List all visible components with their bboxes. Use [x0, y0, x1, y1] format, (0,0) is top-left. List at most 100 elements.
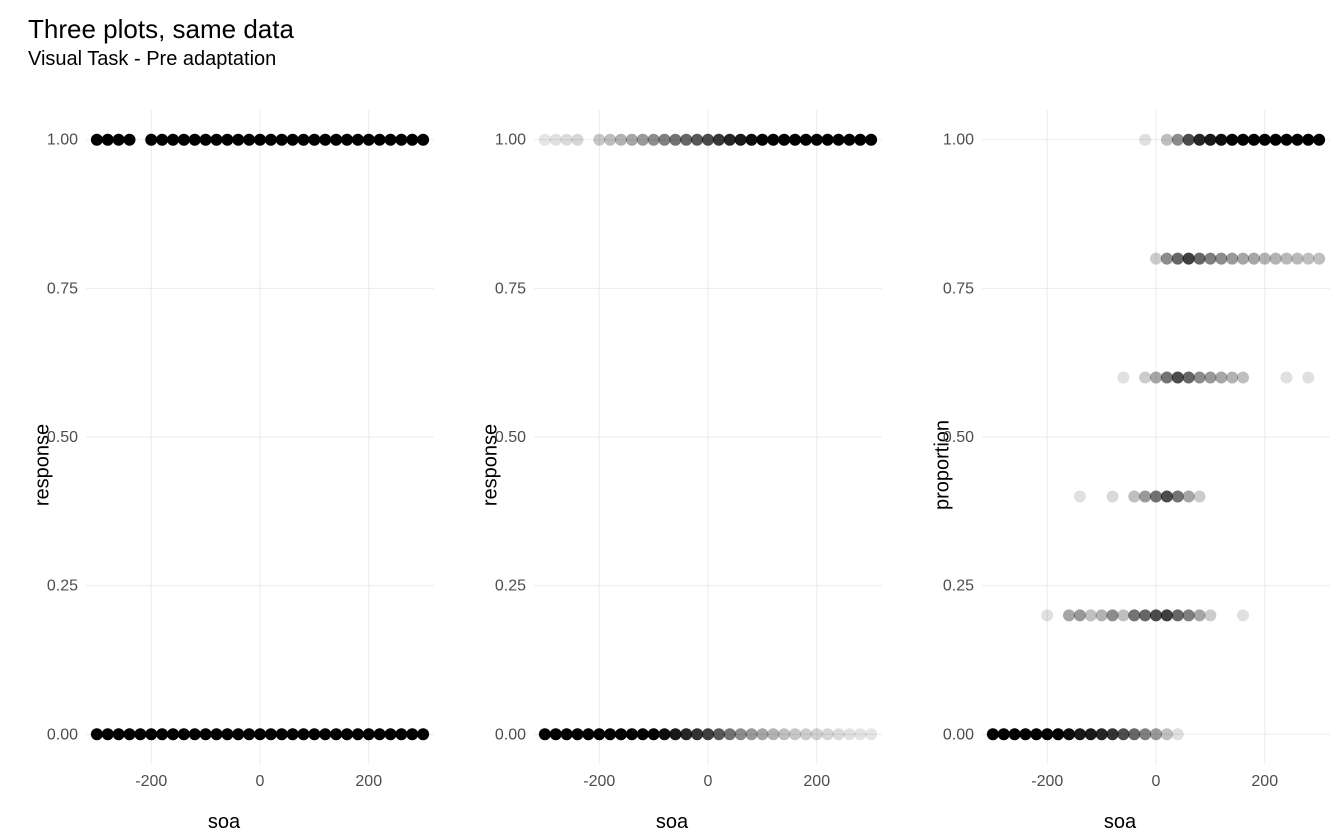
data-point	[1161, 372, 1173, 384]
y-tick-label: 0.75	[943, 280, 974, 297]
data-point	[550, 728, 562, 740]
data-point	[724, 134, 736, 146]
data-point	[756, 728, 768, 740]
data-point	[626, 134, 638, 146]
data-point	[221, 134, 233, 146]
data-point	[789, 134, 801, 146]
data-point	[1085, 728, 1097, 740]
data-point	[1128, 728, 1140, 740]
data-point	[91, 134, 103, 146]
data-point	[265, 728, 277, 740]
x-tick-label: -200	[583, 773, 615, 790]
data-point	[691, 728, 703, 740]
data-point	[1313, 134, 1325, 146]
data-point	[702, 134, 714, 146]
data-point	[593, 728, 605, 740]
data-point	[395, 728, 407, 740]
plot-area: 0.000.250.500.751.00-2000200	[982, 110, 1330, 764]
data-point	[1248, 253, 1260, 265]
y-tick-label: 0.50	[495, 429, 526, 446]
data-point	[1172, 372, 1184, 384]
data-point	[1172, 134, 1184, 146]
data-point	[211, 728, 223, 740]
data-point	[1139, 490, 1151, 502]
data-point	[243, 134, 255, 146]
data-point	[1237, 253, 1249, 265]
x-tick-label: 200	[355, 773, 382, 790]
data-point	[276, 728, 288, 740]
data-point	[833, 134, 845, 146]
data-point	[659, 728, 671, 740]
data-point	[1128, 490, 1140, 502]
data-point	[319, 728, 331, 740]
data-point	[1313, 253, 1325, 265]
data-point	[778, 728, 790, 740]
data-point	[604, 134, 616, 146]
data-point	[330, 134, 342, 146]
data-point	[1183, 134, 1195, 146]
data-point	[746, 134, 758, 146]
data-point	[1237, 134, 1249, 146]
data-point	[1030, 728, 1042, 740]
data-point	[1074, 490, 1086, 502]
data-point	[330, 728, 342, 740]
data-point	[1237, 372, 1249, 384]
data-point	[659, 134, 671, 146]
data-point	[1074, 728, 1086, 740]
data-point	[1161, 134, 1173, 146]
data-point	[341, 134, 353, 146]
data-point	[811, 134, 823, 146]
data-point	[669, 728, 681, 740]
data-point	[352, 134, 364, 146]
data-point	[1226, 134, 1238, 146]
y-tick-label: 1.00	[943, 132, 974, 149]
data-point	[1281, 253, 1293, 265]
data-point	[998, 728, 1010, 740]
y-tick-label: 0.25	[943, 578, 974, 595]
data-point	[1063, 609, 1075, 621]
plot-svg: 0.000.250.500.751.00-2000200	[86, 110, 434, 764]
data-point	[1150, 253, 1162, 265]
data-point	[1107, 609, 1119, 621]
panel-2: response 0.000.250.500.751.00-2000200 so…	[448, 90, 896, 840]
figure: Three plots, same data Visual Task - Pre…	[0, 0, 1344, 840]
x-axis-label: soa	[896, 811, 1344, 834]
data-point	[550, 134, 562, 146]
plot-area: 0.000.250.500.751.00-2000200	[86, 110, 434, 764]
y-tick-label: 0.25	[47, 578, 78, 595]
data-point	[1215, 134, 1227, 146]
data-point	[637, 134, 649, 146]
data-point	[232, 728, 244, 740]
data-point	[102, 134, 114, 146]
data-point	[854, 134, 866, 146]
data-point	[1161, 728, 1173, 740]
data-point	[243, 728, 255, 740]
data-point	[1302, 253, 1314, 265]
data-point	[406, 728, 418, 740]
data-point	[385, 728, 397, 740]
data-point	[604, 728, 616, 740]
data-point	[724, 728, 736, 740]
data-point	[746, 728, 758, 740]
data-point	[1161, 490, 1173, 502]
data-point	[287, 728, 299, 740]
data-point	[1172, 609, 1184, 621]
x-tick-label: 200	[803, 773, 830, 790]
data-point	[319, 134, 331, 146]
data-point	[1183, 372, 1195, 384]
y-tick-label: 0.00	[47, 726, 78, 743]
data-point	[232, 134, 244, 146]
data-point	[1183, 253, 1195, 265]
data-point	[1107, 490, 1119, 502]
data-point	[1194, 372, 1206, 384]
data-point	[211, 134, 223, 146]
data-point	[1172, 728, 1184, 740]
data-point	[1204, 253, 1216, 265]
data-point	[178, 134, 190, 146]
data-point	[1291, 134, 1303, 146]
data-point	[156, 134, 168, 146]
data-point	[1204, 609, 1216, 621]
data-point	[593, 134, 605, 146]
data-point	[167, 728, 179, 740]
data-point	[254, 728, 266, 740]
